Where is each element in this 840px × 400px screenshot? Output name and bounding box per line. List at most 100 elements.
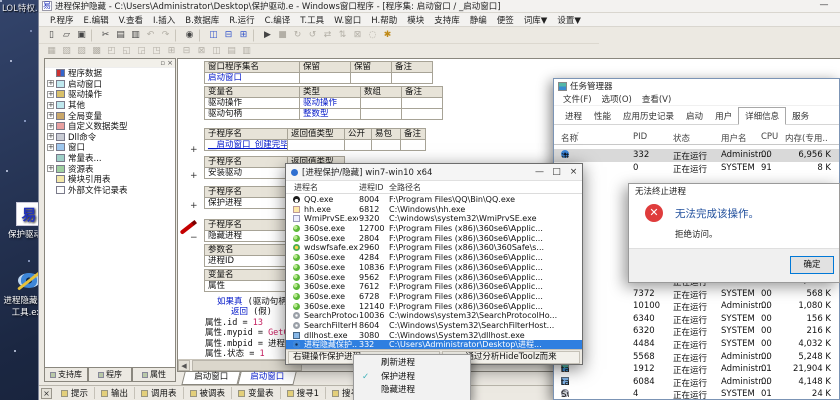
process-list-item[interactable]: dllhost.exe 3080 C:\Windows\System32\dll… — [286, 331, 582, 341]
variable-row[interactable]: 驱动句柄整数型 — [205, 109, 443, 120]
process-list-item[interactable]: WmiPrvSE.exe 9320 C:\windows\system32\Wm… — [286, 214, 582, 224]
process-row[interactable]: taskmgr.exe 1912 正在运行 Administr... 01 21… — [554, 363, 839, 376]
menu-item[interactable]: E.编辑 — [79, 14, 114, 26]
toolbar-icon[interactable]: ✂ — [98, 29, 113, 42]
process-row[interactable]: 进程隐藏保护工具.exe 332 正在运行 Administr... 00 6,… — [554, 149, 839, 162]
designer-icon[interactable]: ▥ — [239, 45, 254, 58]
expand-icon[interactable]: + — [47, 112, 54, 119]
menu-item[interactable]: I.插入 — [148, 14, 180, 26]
toolbar-icon[interactable]: ⇄ — [320, 29, 335, 42]
process-row[interactable]: ag.exe 7372 正在运行 SYSTEM 00 568 K — [554, 288, 839, 301]
process-row[interactable]: iewer_Servic... 4484 正在运行 SYSTEM 00 4,03… — [554, 338, 839, 351]
scroll-left-icon[interactable]: ◀ — [178, 360, 190, 371]
context-menu-item[interactable]: 刷新进程 — [354, 357, 470, 371]
close-icon[interactable]: × — [565, 167, 582, 177]
tree-item[interactable]: + 驱动操作 — [45, 89, 175, 100]
toolbar-icon[interactable] — [175, 29, 180, 42]
toolbar-icon[interactable]: ■ — [275, 29, 290, 42]
expand-icon[interactable]: + — [47, 144, 54, 151]
toolbar-icon[interactable]: ▤ — [113, 29, 128, 42]
designer-icon[interactable]: ◫ — [209, 45, 224, 58]
toolbar-icon[interactable]: ▶ — [260, 29, 275, 42]
menu-item[interactable]: 词库▼ — [519, 14, 553, 26]
process-list-item[interactable]: 360se.exe 12700 F:\Program Files (x86)\3… — [286, 224, 582, 234]
toolbar-icon[interactable] — [199, 29, 204, 42]
process-list-item[interactable]: 360se.exe 2804 F:\Program Files (x86)\36… — [286, 234, 582, 244]
workspace-tab[interactable]: 程序 — [88, 368, 132, 382]
menu-item[interactable]: 静编 — [465, 14, 492, 26]
float-panel-icon[interactable]: ▫ — [160, 60, 165, 67]
process-row[interactable]: 系统空闲进程 0 正在运行 SYSTEM 91 8 K — [554, 162, 839, 175]
dock-tab[interactable]: 提示 — [55, 387, 95, 399]
dock-tab[interactable]: 输出 — [95, 387, 135, 399]
toolbar-icon[interactable]: ⊠ — [350, 29, 365, 42]
designer-icon[interactable]: ⊞ — [164, 45, 179, 58]
taskmgr-tab[interactable]: 进程 — [559, 108, 588, 124]
process-row[interactable]: .exe 6320 正在运行 SYSTEM 00 216 K — [554, 325, 839, 338]
taskmgr-tab[interactable]: 应用历史记录 — [617, 108, 680, 124]
tree-item[interactable]: + 全局变量 — [45, 110, 175, 121]
menu-item[interactable]: W.窗口 — [329, 14, 366, 26]
menu-item[interactable]: 模块 — [402, 14, 429, 26]
column-process-name[interactable]: 进程名 — [294, 182, 318, 193]
designer-icon[interactable]: ▩ — [89, 45, 104, 58]
minimize-button[interactable]: — — [816, 0, 832, 12]
taskmgr-tab[interactable]: 详细信息 — [738, 107, 786, 125]
expand-icon[interactable]: + — [47, 165, 54, 172]
process-list-item[interactable]: hh.exe 6812 C:\Windows\hh.exe — [286, 205, 582, 215]
menu-item[interactable]: B.数据库 — [180, 14, 224, 26]
toolbar-icon[interactable]: ▥ — [128, 29, 143, 42]
expand-icon[interactable]: + — [47, 80, 54, 87]
dialog-titlebar[interactable]: 无法终止进程 — [629, 184, 839, 197]
toolbar-icon[interactable] — [253, 29, 258, 42]
expand-icon[interactable]: + — [47, 123, 54, 130]
menu-item[interactable]: 设置▼ — [552, 14, 586, 26]
toolbar-icon[interactable]: ⊟ — [221, 29, 236, 42]
maximize-icon[interactable]: □ — [548, 167, 565, 177]
process-list-item[interactable]: 360se.exe 7612 F:\Program Files (x86)\36… — [286, 282, 582, 292]
taskmgr-tab[interactable]: 服务 — [786, 108, 815, 124]
taskmgr-titlebar[interactable]: 任务管理器 — [554, 79, 839, 93]
menu-item[interactable]: H.帮助 — [366, 14, 402, 26]
toolbar-icon[interactable]: ↶ — [143, 29, 158, 42]
process-row[interactable]: System 4 正在运行 SYSTEM 01 24 K — [554, 388, 839, 400]
process-list-item[interactable]: SearchProtoco... 10036 C:\windows\system… — [286, 311, 582, 321]
designer-icon[interactable]: ⊠ — [194, 45, 209, 58]
toolbar-icon[interactable]: ↻ — [290, 29, 305, 42]
process-row[interactable]: iewer.exe 5568 正在运行 Administr... 00 5,24… — [554, 351, 839, 364]
designer-icon[interactable]: ▨ — [74, 45, 89, 58]
menu-item[interactable]: V.查看 — [114, 14, 148, 26]
process-list-item[interactable]: 360se.exe 9562 F:\Program Files (x86)\36… — [286, 273, 582, 283]
process-list-item[interactable]: 360se.exe 6728 F:\Program Files (x86)\36… — [286, 292, 582, 302]
toolbar-icon[interactable]: ↷ — [158, 29, 173, 42]
taskmgr-menu-item[interactable]: 查看(V) — [637, 93, 676, 105]
menu-item[interactable]: 便签 — [492, 14, 519, 26]
designer-icon[interactable]: ◱ — [119, 45, 134, 58]
process-row[interactable]: .exe 6340 正在运行 SYSTEM 00 156 K — [554, 313, 839, 326]
menu-item[interactable]: R.运行 — [224, 14, 259, 26]
column-process-id[interactable]: 进程ID — [359, 182, 384, 193]
toolbar-icon[interactable] — [91, 29, 96, 42]
tree-item[interactable]: 常量表... — [45, 153, 175, 164]
tree-item[interactable]: + 资源表 — [45, 163, 175, 174]
menu-item[interactable]: P.程序 — [45, 14, 79, 26]
menu-item[interactable]: T.工具 — [295, 14, 329, 26]
designer-icon[interactable]: ▤ — [224, 45, 239, 58]
toolbar-icon[interactable]: ◫ — [206, 29, 221, 42]
minimize-icon[interactable]: — — [531, 167, 548, 177]
close-dock-icon[interactable]: × — [41, 388, 52, 399]
close-panel-icon[interactable]: × — [167, 60, 173, 67]
column-name[interactable]: 名称 — [561, 132, 578, 144]
process-list-item[interactable]: 360se.exe 10836 F:\Program Files (x86)\3… — [286, 263, 582, 273]
menu-item[interactable]: C.编译 — [260, 14, 296, 26]
fold-marker[interactable]: + — [190, 201, 200, 211]
tree-item[interactable]: 外部文件记录表 — [45, 185, 175, 196]
designer-icon[interactable]: ▦ — [44, 45, 59, 58]
tree-item[interactable]: 模块引用表 — [45, 174, 175, 185]
column-pid[interactable]: PID — [633, 132, 647, 142]
dock-tab[interactable]: 变量表 — [232, 387, 281, 399]
workspace-tab[interactable]: 支持库 — [44, 368, 88, 382]
designer-icon[interactable]: ⊟ — [179, 45, 194, 58]
expand-icon[interactable]: + — [47, 133, 54, 140]
designer-icon[interactable]: ◰ — [104, 45, 119, 58]
